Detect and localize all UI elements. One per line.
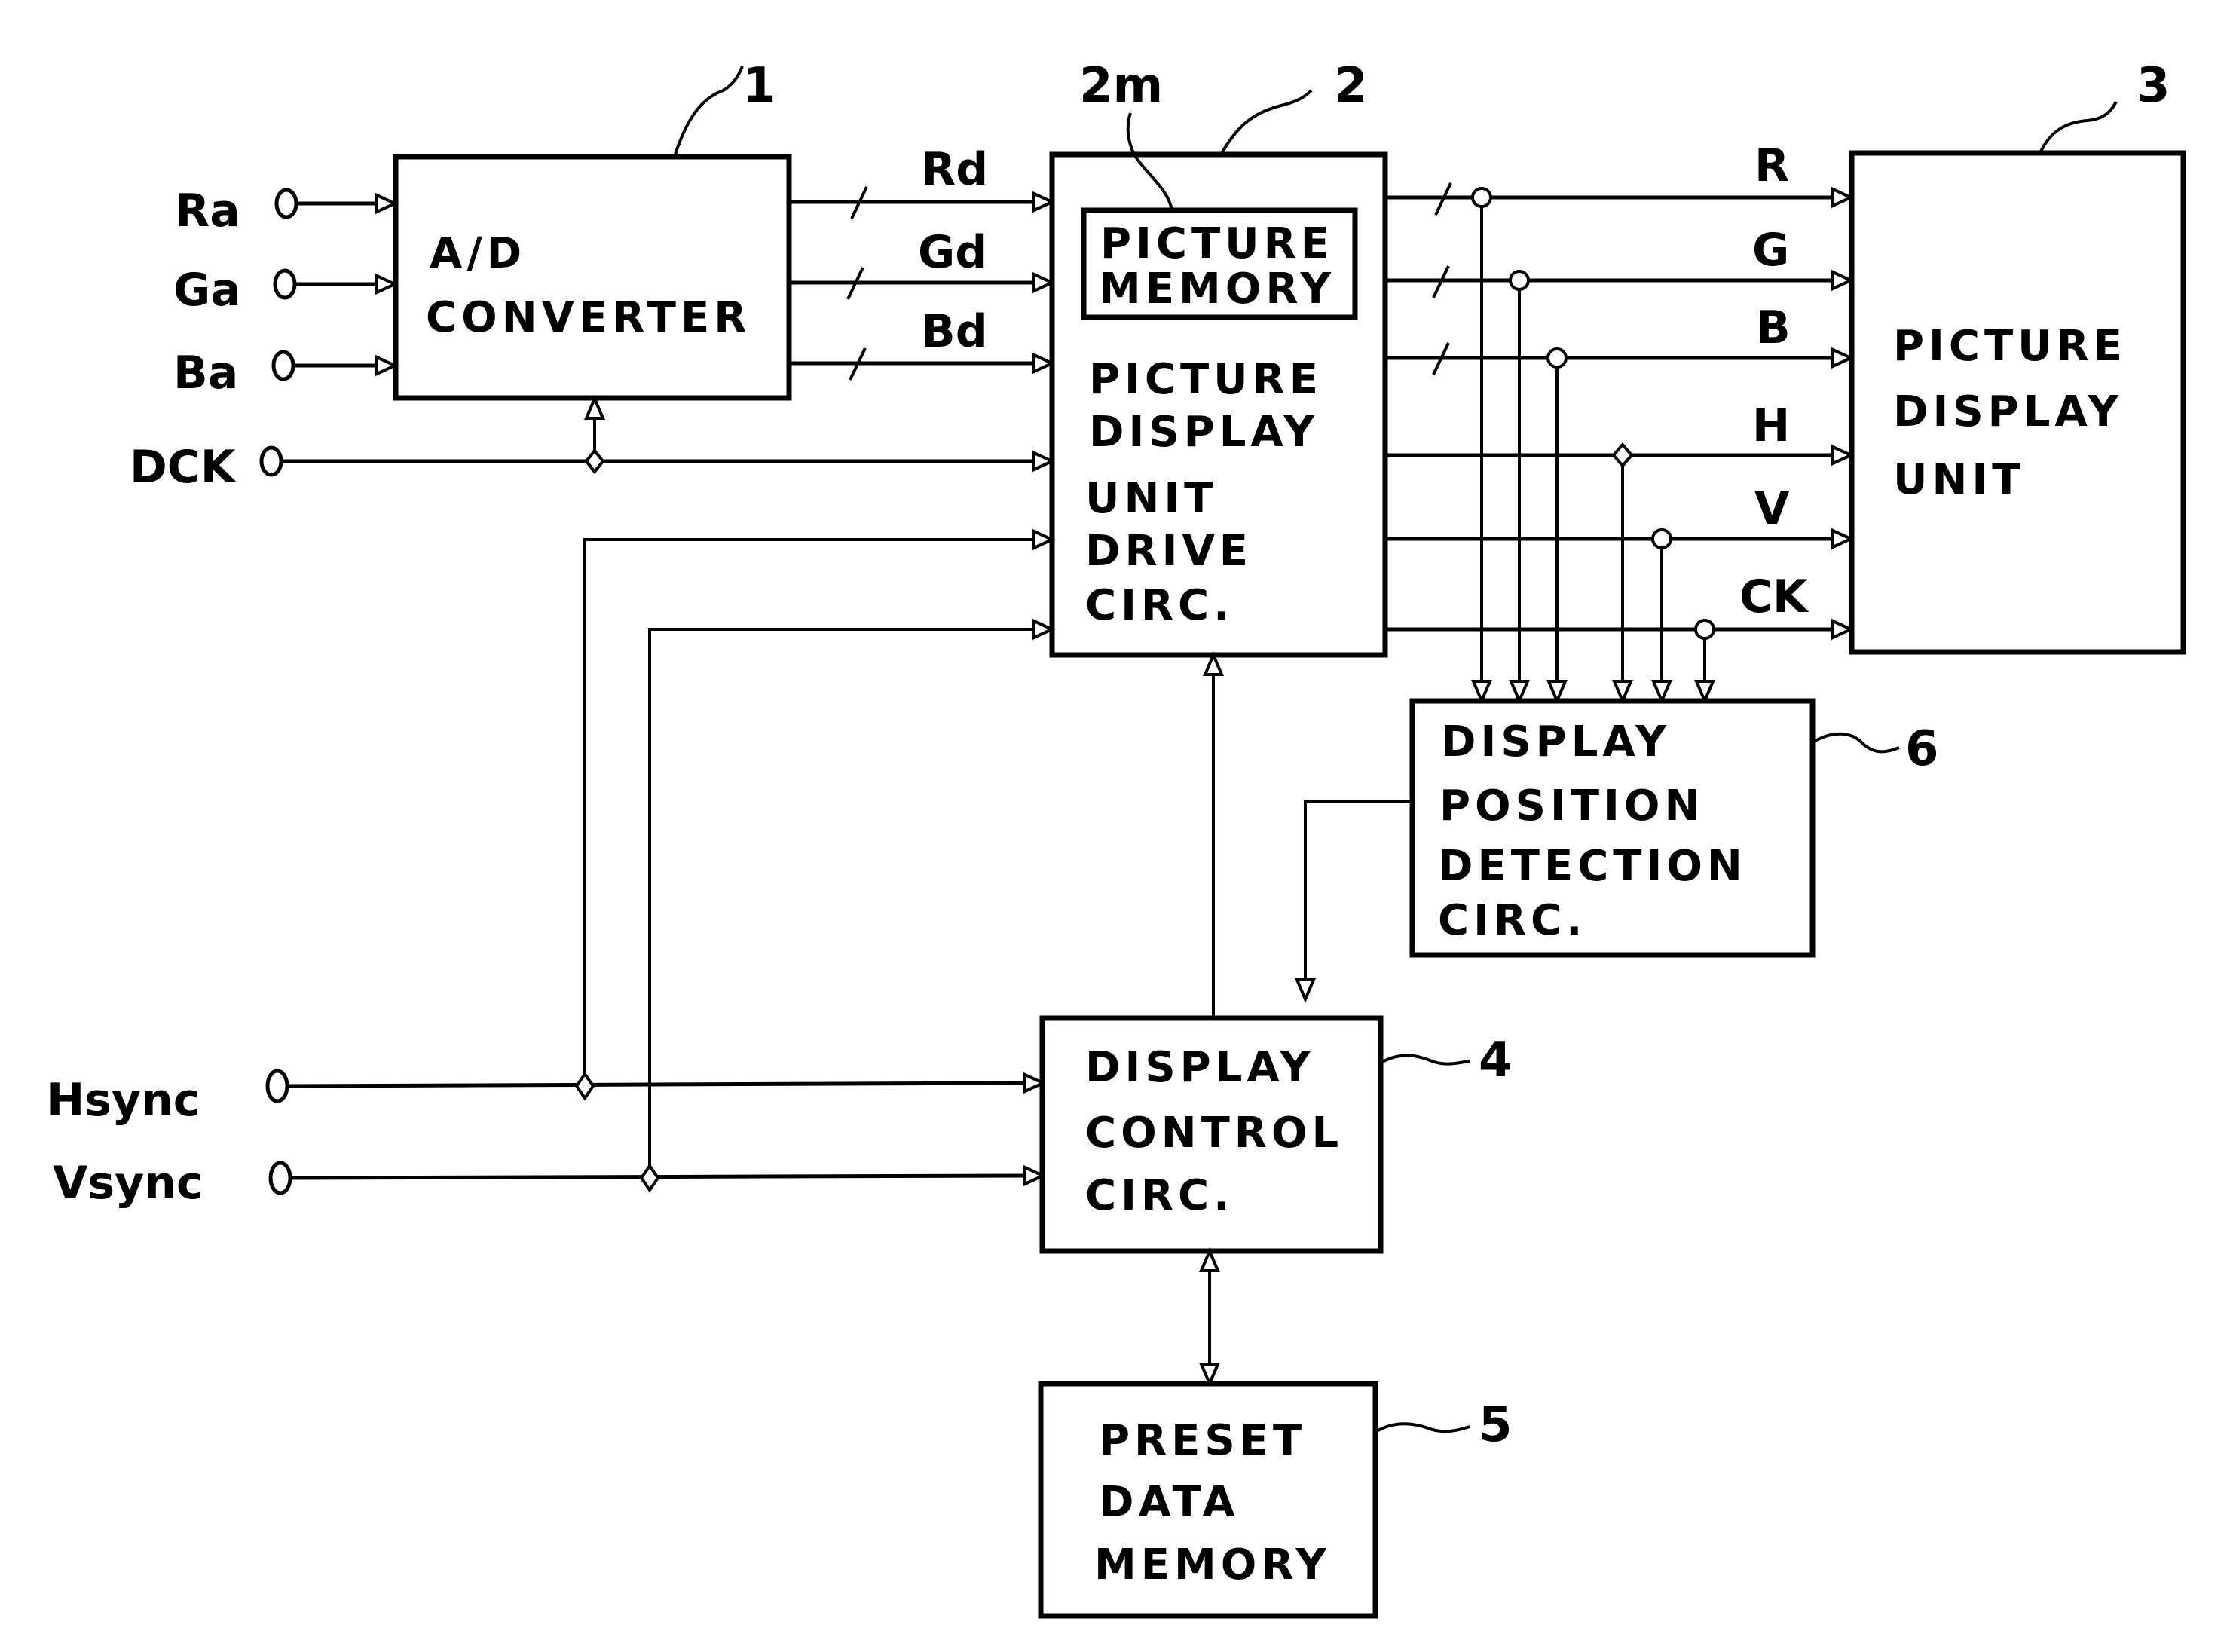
tap-v bbox=[1651, 528, 1672, 702]
drive-label-line4: DRIVE bbox=[1085, 527, 1253, 576]
output-ck-label: CK bbox=[1739, 571, 1809, 623]
link-control-to-drive bbox=[1204, 653, 1223, 1018]
memory-label-line2: MEMORY bbox=[1099, 265, 1335, 314]
drive-label-line2: DISPLAY bbox=[1089, 408, 1319, 457]
preset-label-line1: PRESET bbox=[1099, 1416, 1306, 1465]
detection-label-line2: POSITION bbox=[1439, 782, 1704, 831]
control-label-line3: CIRC. bbox=[1085, 1171, 1234, 1220]
display-unit-label-line3: UNIT bbox=[1893, 455, 2025, 504]
input-ga-label: Ga bbox=[173, 264, 241, 317]
block-diagram: A/D CONVERTER 1 Ra Ga Ba DCK Rd Gd Bd PI… bbox=[47, 58, 2186, 1619]
input-ra: Ra bbox=[175, 185, 396, 237]
link-detection-to-control bbox=[1295, 800, 1412, 1001]
block-drive-circuit: PICTURE MEMORY PICTURE DISPLAY UNIT DRIV… bbox=[1049, 58, 1388, 658]
input-dck-label: DCK bbox=[130, 441, 237, 494]
ref-6: 6 bbox=[1905, 721, 1939, 777]
link-control-preset-memory bbox=[1200, 1250, 1219, 1385]
memory-label-line1: PICTURE bbox=[1100, 219, 1334, 268]
ref-1: 1 bbox=[742, 58, 776, 114]
bus-rd-label: Rd bbox=[921, 143, 988, 196]
tap-ck bbox=[1694, 619, 1715, 702]
detection-label-line3: DETECTION bbox=[1438, 842, 1747, 891]
block-display-control: DISPLAY CONTROL CIRC. 4 bbox=[1039, 1015, 1513, 1254]
input-ba-label: Ba bbox=[173, 347, 238, 399]
block-position-detection: DISPLAY POSITION DETECTION CIRC. 6 bbox=[1409, 698, 1939, 958]
display-unit-label-line1: PICTURE bbox=[1893, 322, 2127, 371]
bus-gd: Gd bbox=[789, 226, 1054, 300]
output-r-label: R bbox=[1754, 139, 1789, 192]
display-unit-label-line2: DISPLAY bbox=[1893, 387, 2123, 436]
drive-label-line5: CIRC. bbox=[1085, 581, 1234, 630]
drive-label-line3: UNIT bbox=[1085, 474, 1217, 523]
input-vsync: Vsync bbox=[53, 620, 1054, 1210]
tap-b bbox=[1546, 347, 1568, 702]
preset-label-line2: DATA bbox=[1099, 1478, 1240, 1527]
ref-5: 5 bbox=[1479, 1397, 1513, 1453]
bus-bd: Bd bbox=[789, 305, 1054, 381]
input-ga: Ga bbox=[173, 264, 396, 317]
input-hsync: Hsync bbox=[47, 530, 1054, 1127]
input-vsync-label: Vsync bbox=[53, 1157, 203, 1210]
ad-label-line2: CONVERTER bbox=[426, 293, 751, 342]
control-label-line2: CONTROL bbox=[1085, 1109, 1343, 1158]
bus-gd-label: Gd bbox=[918, 226, 987, 279]
block-ad-converter: A/D CONVERTER 1 bbox=[393, 58, 792, 401]
control-label-line1: DISPLAY bbox=[1085, 1043, 1315, 1092]
input-hsync-label: Hsync bbox=[47, 1074, 200, 1127]
block-picture-display-unit: PICTURE DISPLAY UNIT 3 bbox=[1849, 58, 2186, 655]
detection-label-line4: CIRC. bbox=[1438, 896, 1586, 945]
tap-r bbox=[1471, 187, 1492, 702]
preset-label-line3: MEMORY bbox=[1094, 1540, 1331, 1589]
output-h-label: H bbox=[1752, 399, 1790, 452]
output-g-label: G bbox=[1752, 224, 1789, 277]
bus-bd-label: Bd bbox=[921, 305, 988, 358]
input-ra-label: Ra bbox=[175, 185, 240, 237]
input-ba: Ba bbox=[173, 347, 396, 399]
output-b-label: B bbox=[1756, 301, 1791, 354]
ref-2m: 2m bbox=[1079, 58, 1163, 114]
ref-2: 2 bbox=[1334, 58, 1368, 114]
output-signals: R G B H V CK bbox=[1385, 139, 1852, 702]
tap-h bbox=[1611, 442, 1634, 702]
ref-3: 3 bbox=[2137, 58, 2170, 114]
bus-rd: Rd bbox=[789, 143, 1054, 219]
input-dck: DCK bbox=[130, 397, 1054, 494]
tap-g bbox=[1509, 270, 1530, 702]
ref-4: 4 bbox=[1479, 1032, 1513, 1088]
drive-label-line1: PICTURE bbox=[1089, 355, 1323, 404]
ad-label-line1: A/D bbox=[430, 229, 526, 278]
block-preset-data-memory: PRESET DATA MEMORY 5 bbox=[1038, 1381, 1513, 1619]
detection-label-line1: DISPLAY bbox=[1441, 717, 1671, 766]
output-v-label: V bbox=[1754, 482, 1790, 535]
